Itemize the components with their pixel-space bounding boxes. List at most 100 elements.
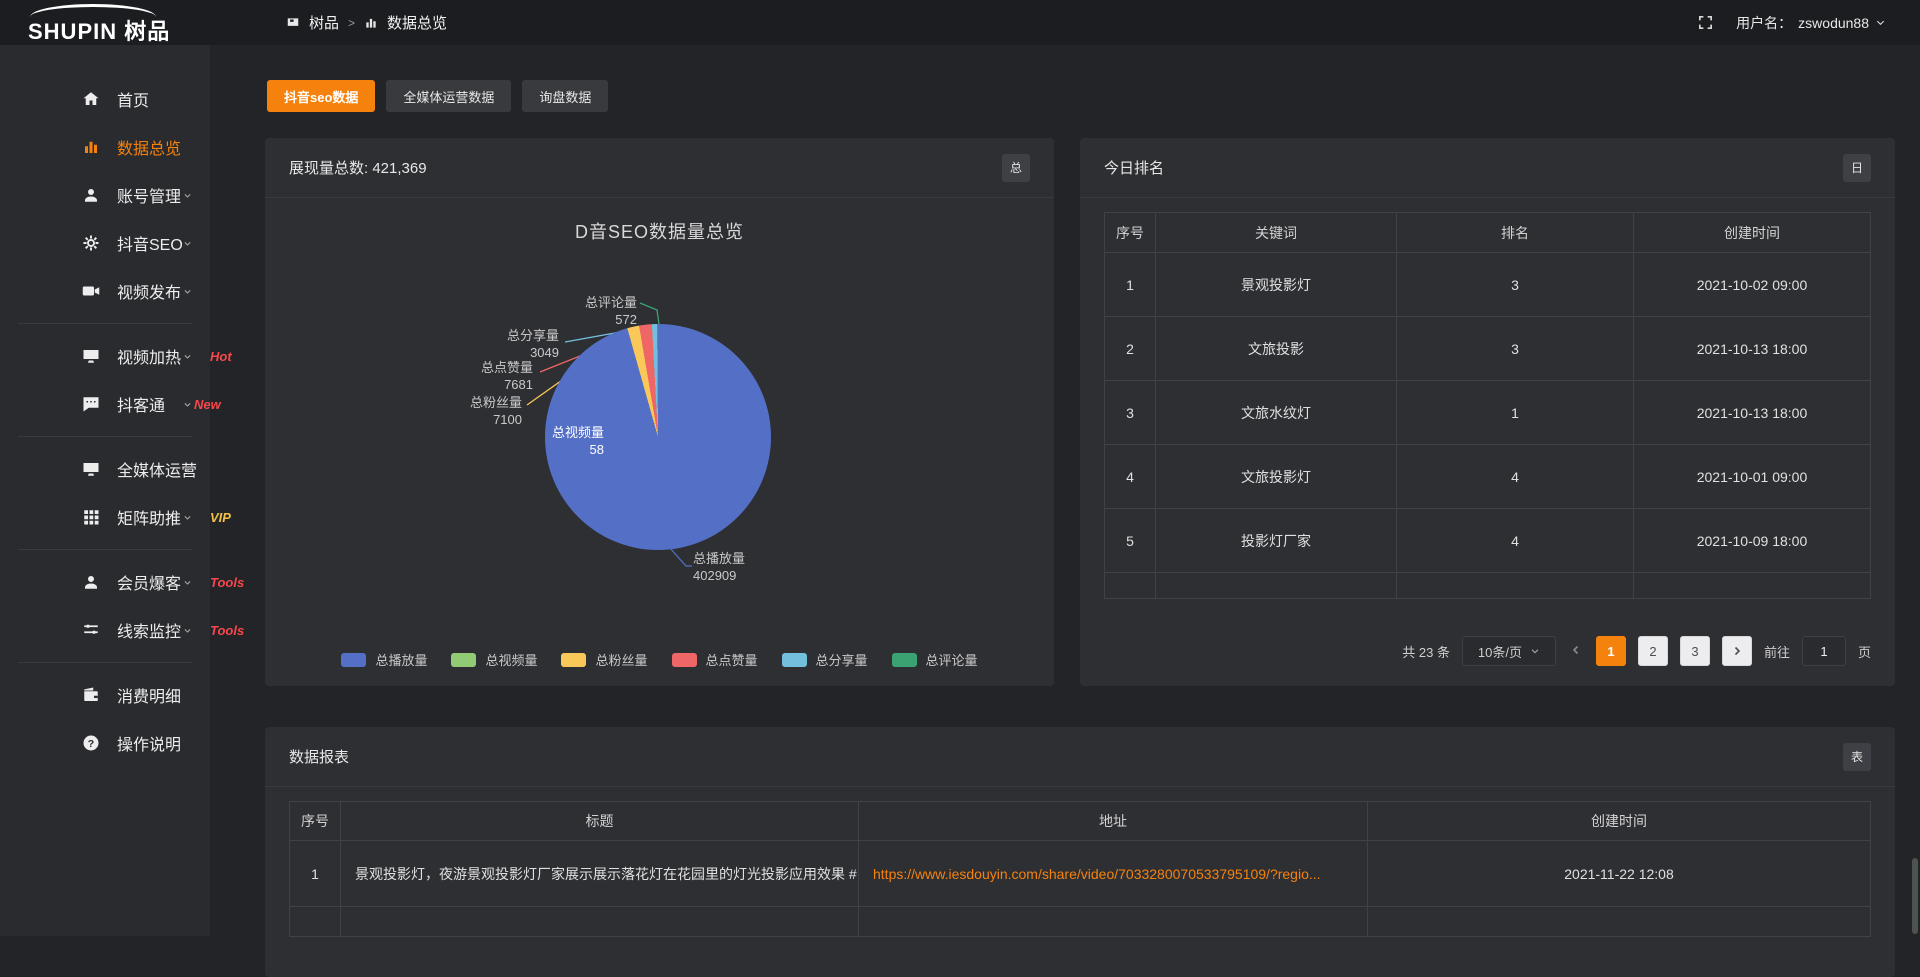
chevron-down-icon [183, 465, 192, 474]
table-header-row: 序号标题 地址创建时间 [290, 802, 1871, 841]
chat-icon [82, 395, 100, 413]
total-view-button[interactable]: 总 [1002, 154, 1030, 182]
bar-chart-icon [364, 16, 378, 30]
app-logo: SHUPIN 树品 [28, 3, 198, 43]
chevron-down-icon [183, 400, 192, 409]
sidebar-divider [18, 662, 192, 663]
legend-item-plays[interactable]: 总播放量 [341, 650, 427, 669]
username-label: 用户名： [1736, 13, 1792, 33]
goto-page-input[interactable]: 1 [1802, 636, 1846, 666]
table-row: 4文旅投影灯42021-10-01 09:00 [1105, 445, 1871, 509]
page-button-3[interactable]: 3 [1680, 636, 1710, 666]
tools-badge: Tools [210, 623, 244, 638]
page-button-2[interactable]: 2 [1638, 636, 1668, 666]
tab-inquiry-data[interactable]: 询盘数据 [522, 80, 608, 112]
tools-badge: Tools [210, 575, 244, 590]
pagination-total: 共 23 条 [1402, 642, 1450, 661]
sidebar-item-doukentong[interactable]: 抖客通 New [0, 380, 210, 428]
svg-text:?: ? [88, 738, 94, 750]
logo-text-en: SHUPIN [28, 19, 117, 44]
home-icon [82, 90, 100, 108]
sidebar-item-member-leads[interactable]: 会员爆客 Tools [0, 558, 210, 606]
sidebar-item-matrix-boost[interactable]: 矩阵助推 VIP [0, 493, 210, 541]
tab-douyin-seo-data[interactable]: 抖音seo数据 [267, 80, 375, 112]
sidebar-item-clue-monitor[interactable]: 线索监控 Tools [0, 606, 210, 654]
table-row: 1景观投影灯32021-10-02 09:00 [1105, 253, 1871, 317]
sidebar-item-video-publish[interactable]: 视频发布 [0, 267, 210, 315]
page-button-1[interactable]: 1 [1596, 636, 1626, 666]
data-tabs: 抖音seo数据 全媒体运营数据 询盘数据 [267, 80, 608, 112]
fullscreen-icon[interactable] [1697, 14, 1714, 31]
table-row-partial [290, 907, 1871, 937]
pie-label-plays: 总播放量402909 [693, 550, 745, 584]
wallet-icon [82, 686, 100, 704]
table-view-button[interactable]: 表 [1843, 743, 1871, 771]
video-camera-icon [82, 282, 100, 300]
grid-icon [82, 508, 100, 526]
sidebar-divider [18, 549, 192, 550]
sidebar-item-spend-detail[interactable]: 消费明细 [0, 671, 210, 719]
sidebar-item-help[interactable]: ? 操作说明 [0, 719, 210, 767]
user-icon [82, 186, 100, 204]
breadcrumb-root[interactable]: 树品 [309, 12, 339, 33]
table-row: 1 景观投影灯，夜游景观投影灯厂家展示展示落花灯在花园里的灯光投影应用效果 # … [290, 841, 1871, 907]
chevron-down-icon [183, 513, 192, 522]
page-suffix: 页 [1858, 642, 1871, 661]
monitor-icon [82, 347, 100, 365]
monitor-icon [82, 460, 100, 478]
video-url-link[interactable]: https://www.iesdouyin.com/share/video/70… [873, 866, 1321, 882]
bar-chart-icon [82, 138, 100, 156]
vip-badge: VIP [210, 510, 231, 525]
sidebar-item-douyin-seo[interactable]: 抖音SEO [0, 219, 210, 267]
report-title-cell: 景观投影灯，夜游景观投影灯厂家展示展示落花灯在花园里的灯光投影应用效果 # [341, 841, 859, 907]
chevron-down-icon [183, 239, 192, 248]
ranking-table: 序号关键词 排名创建时间 1景观投影灯32021-10-02 09:00 2文旅… [1104, 212, 1871, 599]
chevron-down-icon [1530, 646, 1540, 656]
today-ranking-panel: 今日排名 日 序号关键词 排名创建时间 1景观投影灯32021-10-02 09… [1080, 138, 1895, 686]
table-row: 3文旅水纹灯12021-10-13 18:00 [1105, 381, 1871, 445]
chevron-down-icon [183, 626, 192, 635]
pie-label-likes: 总点赞量7681 [481, 359, 533, 393]
question-icon: ? [82, 734, 100, 752]
goto-label: 前往 [1764, 642, 1790, 661]
legend-item-comments[interactable]: 总评论量 [892, 650, 978, 669]
report-panel-title: 数据报表 [289, 746, 349, 767]
impressions-total: 展现量总数: 421,369 [289, 157, 427, 178]
chevron-left-icon [1570, 644, 1582, 656]
legend-item-likes[interactable]: 总点赞量 [672, 650, 758, 669]
username-value: zswodun88 [1798, 15, 1869, 31]
pie-label-comments: 总评论量572 [585, 294, 637, 328]
page-size-select[interactable]: 10条/页 [1462, 636, 1556, 666]
sidebar-item-omnimedia[interactable]: 全媒体运营 [0, 445, 210, 493]
chevron-down-icon [183, 352, 192, 361]
sidebar-item-home[interactable]: 首页 [0, 75, 210, 123]
prev-page-button[interactable] [1568, 643, 1584, 659]
tab-omnimedia-data[interactable]: 全媒体运营数据 [386, 80, 511, 112]
legend-item-shares[interactable]: 总分享量 [782, 650, 868, 669]
pagination: 共 23 条 10条/页 1 2 3 前往 1 页 [1402, 636, 1871, 666]
table-header-row: 序号关键词 排名创建时间 [1105, 213, 1871, 253]
impressions-total-value: 421,369 [372, 160, 426, 177]
new-badge: New [194, 397, 221, 412]
sidebar-nav: 首页 数据总览 账号管理 抖音SEO 视频发布 视频加热 Hot 抖客通 New… [0, 45, 210, 936]
legend-item-fans[interactable]: 总粉丝量 [561, 650, 647, 669]
daily-view-button[interactable]: 日 [1843, 154, 1871, 182]
sidebar-item-video-heat[interactable]: 视频加热 Hot [0, 332, 210, 380]
table-row-partial [1105, 573, 1871, 599]
user-icon [82, 573, 100, 591]
sidebar-item-account-mgmt[interactable]: 账号管理 [0, 171, 210, 219]
scrollbar-thumb[interactable] [1912, 858, 1918, 934]
user-menu[interactable]: 用户名： zswodun88 [1736, 13, 1886, 33]
breadcrumb-separator: > [348, 16, 355, 30]
logo-text-cn: 树品 [124, 19, 170, 44]
window-icon [286, 16, 300, 30]
chevron-down-icon [183, 287, 192, 296]
pie-label-fans: 总粉丝量7100 [470, 394, 522, 428]
ranking-panel-title: 今日排名 [1104, 157, 1164, 178]
sidebar-divider [18, 436, 192, 437]
breadcrumb-current[interactable]: 数据总览 [387, 12, 447, 33]
next-page-button[interactable] [1722, 636, 1752, 666]
sidebar-item-data-overview[interactable]: 数据总览 [0, 123, 210, 171]
legend-item-videos[interactable]: 总视频量 [451, 650, 537, 669]
sidebar-divider [18, 323, 192, 324]
